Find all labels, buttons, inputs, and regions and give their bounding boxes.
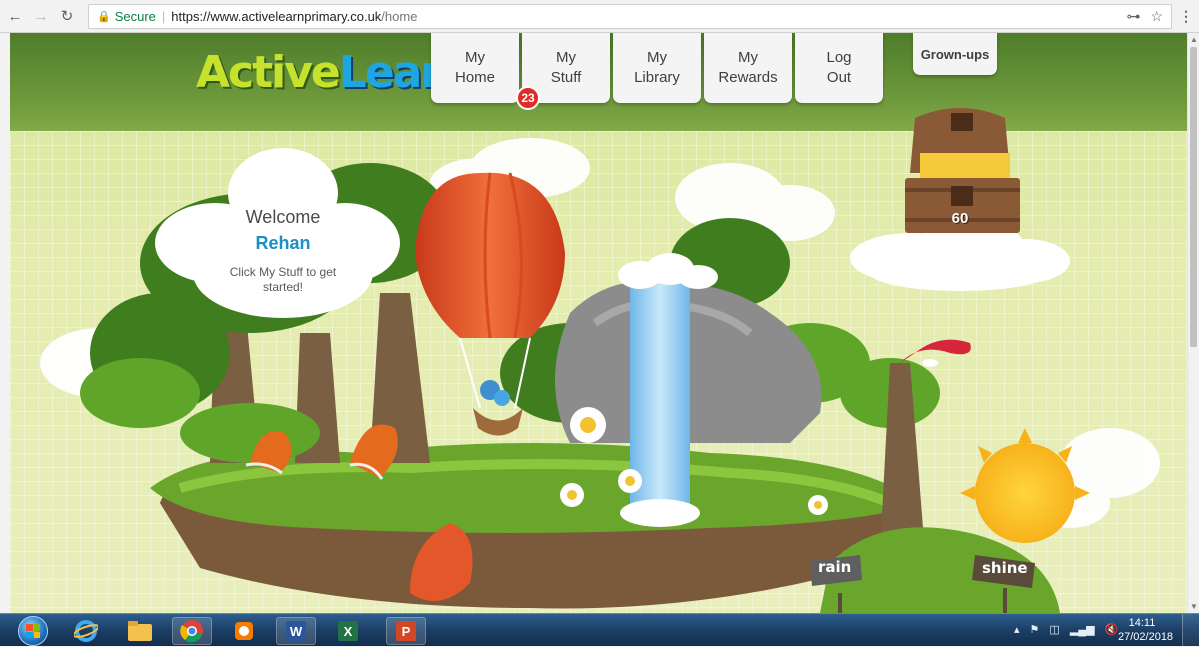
welcome-user-name: Rehan — [255, 233, 311, 253]
show-hidden-icons-icon[interactable]: ▴ — [1014, 623, 1020, 636]
file-explorer-icon[interactable] — [120, 617, 160, 645]
nav-label-line1: My — [647, 49, 667, 66]
nav-label-line2: Library — [634, 69, 680, 86]
nav-label-line1: Log — [826, 49, 852, 66]
internet-explorer-icon[interactable] — [66, 617, 106, 645]
nav-label-line2: Out — [826, 69, 852, 86]
start-button[interactable] — [18, 616, 48, 646]
word-icon[interactable]: W — [276, 617, 316, 645]
rain-sign-label[interactable]: rain — [818, 558, 851, 576]
back-arrow-icon[interactable]: ← — [4, 5, 26, 27]
scroll-up-arrow-icon[interactable]: ▲ — [1190, 35, 1198, 44]
volume-muted-icon[interactable]: 🔇 — [1105, 623, 1119, 636]
windows-logo-icon — [26, 624, 40, 638]
powerpoint-icon[interactable]: P — [386, 617, 426, 645]
omnibox-separator: | — [161, 9, 166, 24]
nav-label-line2: Rewards — [718, 69, 778, 86]
nav-my-home[interactable]: My Home — [431, 33, 519, 103]
logo-active-text: Active — [196, 47, 341, 98]
welcome-hint: Click My Stuff to get started! — [229, 265, 337, 294]
lock-icon: 🔒 — [97, 11, 111, 23]
clock-time: 14:11 — [1128, 617, 1156, 629]
nav-my-library[interactable]: My Library — [613, 33, 701, 103]
more-vertical-icon[interactable]: ⋮ — [1179, 8, 1193, 25]
nav-label-line2: Home — [454, 69, 495, 86]
nav-my-rewards[interactable]: My Rewards — [704, 33, 792, 103]
nav-label-line1: My — [556, 49, 576, 66]
reload-icon[interactable]: ↻ — [56, 5, 78, 27]
svg-text:P: P — [402, 624, 411, 639]
nav-log-out[interactable]: Log Out — [795, 33, 883, 103]
excel-icon[interactable]: X — [328, 617, 368, 645]
page-scrollbar[interactable]: ▲ ▼ — [1187, 33, 1199, 613]
address-bar[interactable]: 🔒 Secure | https://www.activelearnprimar… — [88, 4, 1172, 29]
url-path: /home — [381, 9, 418, 24]
grownups-button[interactable]: Grown-ups — [913, 33, 997, 75]
media-player-icon[interactable] — [224, 617, 264, 645]
chrome-icon[interactable] — [172, 617, 212, 645]
action-center-flag-icon[interactable]: ⚑ — [1030, 623, 1040, 636]
svg-text:X: X — [344, 624, 353, 639]
browser-toolbar: ← → ↻ 🔒 Secure | https://www.activelearn… — [0, 0, 1199, 33]
activelearn-page: ActiveLearn My Home My Stuff My Library … — [10, 33, 1187, 613]
nav-label-line1: My — [738, 49, 758, 66]
show-desktop-button[interactable] — [1182, 614, 1199, 647]
url-host: https://www.activelearnprimary.co.uk — [171, 9, 382, 24]
scroll-thumb[interactable] — [1190, 47, 1197, 347]
clock-date: 27/02/2018 — [1118, 631, 1174, 643]
scroll-down-arrow-icon[interactable]: ▼ — [1190, 602, 1198, 611]
svg-text:W: W — [290, 624, 303, 639]
jungle-island-scene — [40, 108, 1160, 613]
windows-taskbar: W X P ▴ ⚑ ◫ ▂▄▆ 🔇 14:11 27/02/2018 — [0, 613, 1199, 647]
bookmark-star-icon[interactable]: ☆ — [1150, 8, 1163, 25]
secure-label: Secure — [114, 9, 156, 24]
welcome-title: Welcome — [245, 207, 321, 227]
signal-strength-icon[interactable]: ▂▄▆ — [1070, 623, 1095, 636]
kite — [900, 339, 971, 363]
taskbar-clock[interactable]: 14:11 27/02/2018 — [1118, 616, 1174, 644]
nav-label-line2: Stuff — [550, 69, 582, 86]
stuff-count-badge: 23 — [516, 86, 540, 110]
reward-coin-count[interactable]: 60 — [930, 210, 990, 227]
sun — [975, 443, 1075, 543]
activelearn-logo[interactable]: ActiveLearn — [196, 51, 471, 95]
network-device-icon[interactable]: ◫ — [1049, 623, 1059, 636]
nav-label-line1: My — [465, 49, 485, 66]
system-tray: ▴ ⚑ ◫ ▂▄▆ 🔇 — [1014, 623, 1118, 636]
forward-arrow-icon[interactable]: → — [30, 5, 52, 27]
shine-sign-label[interactable]: shine — [982, 559, 1028, 577]
key-icon[interactable]: ⊶ — [1126, 8, 1140, 25]
